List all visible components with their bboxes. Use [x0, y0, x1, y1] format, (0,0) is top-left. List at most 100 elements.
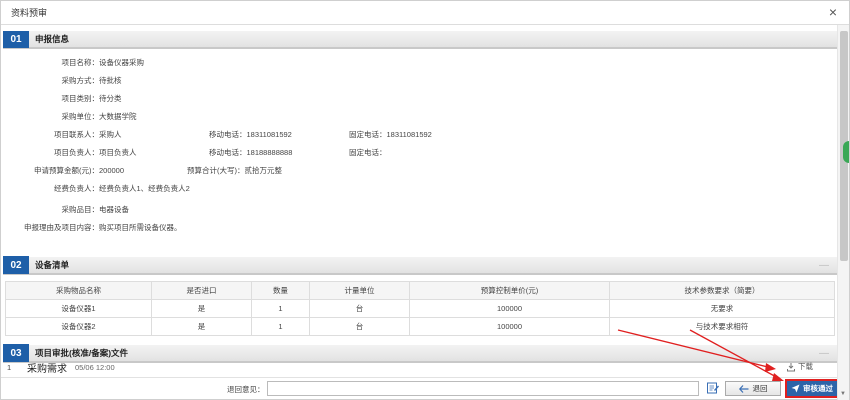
return-opinion-input[interactable] — [267, 381, 699, 396]
approve-button[interactable]: 审核通过 — [785, 379, 839, 398]
section-header-apply-info: 01 申报信息 — [3, 31, 837, 49]
project-type-value: 待分类 — [99, 94, 122, 103]
purchase-method-value: 待批核 — [99, 76, 122, 85]
table-cell: 设备仪器2 — [5, 317, 152, 336]
reason-row: 申报理由及项目内容：购买项目所需设备仪器。 — [3, 222, 182, 233]
budget-total-label: 预算合计(大写)： — [187, 166, 245, 175]
leader-phone-label: 固定电话： — [349, 148, 387, 157]
download-label: 下载 — [798, 362, 813, 371]
budget-label: 申请预算金额(元)： — [34, 166, 99, 175]
project-type-label: 项目类别： — [61, 94, 100, 103]
file-name: 采购需求 — [27, 363, 67, 375]
reason-label: 申报理由及项目内容： — [24, 223, 99, 232]
project-type-row: 项目类别：待分类 — [3, 93, 122, 104]
section-header-device-list: 02 设备清单 — — [3, 256, 837, 275]
contact-mobile-row: 移动电话：18311081592 — [209, 129, 292, 140]
table-cell: 1 — [251, 299, 310, 318]
section-number: 01 — [3, 31, 29, 48]
apply-info-panel: 项目名称：设备仪器采购 采购方式：待批核 项目类别：待分类 采购单位：大数据学院… — [3, 49, 837, 239]
budget-row: 申请预算金额(元)：200000 — [3, 165, 124, 176]
edit-icon[interactable] — [706, 381, 720, 395]
leader-mobile-label: 移动电话： — [209, 148, 247, 157]
close-icon[interactable]: × — [829, 4, 837, 20]
contact-label: 项目联系人： — [54, 130, 99, 139]
column-header: 预算控制单价(元) — [409, 281, 610, 300]
contact-mobile-label: 移动电话： — [209, 130, 247, 139]
contact-phone-label: 固定电话： — [349, 130, 387, 139]
collapse-icon[interactable]: — — [819, 348, 829, 359]
scroll-down-icon[interactable]: ▼ — [840, 391, 846, 397]
file-index: 1 — [7, 362, 12, 372]
contact-value: 采购人 — [99, 130, 122, 139]
project-name-row: 项目名称：设备仪器采购 — [3, 57, 145, 68]
budget-total-row: 预算合计(大写)：贰拾万元整 — [187, 165, 282, 176]
table-cell: 台 — [309, 299, 410, 318]
vertical-scrollbar[interactable]: ▼ — [837, 25, 849, 400]
column-header: 是否进口 — [151, 281, 252, 300]
table-cell: 100000 — [409, 317, 610, 336]
project-name-label: 项目名称： — [61, 58, 100, 67]
purchase-unit-label: 采购单位： — [61, 112, 100, 121]
column-header: 技术参数要求（简要） — [609, 281, 835, 300]
category-row: 采购品目：电器设备 — [3, 204, 130, 215]
dialog-title: 资料预审 — [11, 8, 48, 18]
leader-mobile-value: 18188888888 — [246, 148, 293, 157]
section-title: 设备清单 — [35, 260, 70, 270]
contact-row: 项目联系人：采购人 — [3, 129, 122, 140]
file-list-item: 1 采购需求 05/06 12:00 下载 — [7, 359, 833, 375]
column-header: 采购物品名称 — [5, 281, 152, 300]
funds-label: 经费负责人： — [54, 184, 99, 193]
dialog-titlebar: 资料预审 × — [1, 1, 849, 25]
send-icon — [791, 384, 800, 393]
leader-mobile-row: 移动电话：18188888888 — [209, 147, 292, 158]
side-widget-icon[interactable] — [843, 141, 849, 163]
table-row: 设备仪器1 是 1 台 100000 无要求 — [5, 299, 835, 318]
file-time: 05/06 12:00 — [75, 362, 115, 372]
collapse-icon[interactable]: — — [819, 260, 829, 271]
category-value: 电器设备 — [99, 205, 129, 214]
table-cell: 是 — [151, 299, 252, 318]
section-title: 申报信息 — [35, 34, 70, 44]
column-header: 数量 — [251, 281, 310, 300]
device-table: 采购物品名称 是否进口 数量 计量单位 预算控制单价(元) 技术参数要求（简要）… — [5, 281, 835, 336]
purchase-method-row: 采购方式：待批核 — [3, 75, 122, 86]
reason-value: 购买项目所需设备仪器。 — [99, 223, 182, 232]
category-label: 采购品目： — [61, 205, 100, 214]
contact-phone-row: 固定电话：18311081592 — [349, 129, 432, 140]
contact-mobile-value: 18311081592 — [246, 130, 292, 139]
table-cell: 与技术要求相符 — [609, 317, 835, 336]
project-name-value: 设备仪器采购 — [99, 58, 144, 67]
leader-phone-row: 固定电话： — [349, 147, 387, 158]
return-button-label: 退回 — [752, 384, 768, 393]
contact-phone-value: 18311081592 — [386, 130, 432, 139]
return-opinion-label: 退回意见： — [227, 385, 265, 394]
action-bar: 退回意见： 退回 审核通过 — [1, 377, 849, 399]
column-header: 计量单位 — [309, 281, 410, 300]
table-cell: 是 — [151, 317, 252, 336]
download-link[interactable]: 下载 — [786, 361, 813, 372]
return-button[interactable]: 退回 — [725, 381, 781, 396]
table-cell: 设备仪器1 — [5, 299, 152, 318]
table-cell: 1 — [251, 317, 310, 336]
leader-label: 项目负责人： — [54, 148, 99, 157]
funds-row: 经费负责人：经费负责人1、经费负责人2 — [3, 183, 190, 194]
table-row: 设备仪器2 是 1 台 100000 与技术要求相符 — [5, 317, 835, 336]
table-cell: 台 — [309, 317, 410, 336]
budget-value: 200000 — [99, 166, 125, 175]
approve-button-label: 审核通过 — [803, 384, 833, 393]
table-header-row: 采购物品名称 是否进口 数量 计量单位 预算控制单价(元) 技术参数要求（简要） — [5, 281, 835, 300]
purchase-unit-value: 大数据学院 — [99, 112, 137, 121]
section-title: 项目审批(核准/备案)文件 — [35, 348, 129, 358]
download-icon — [787, 362, 795, 371]
budget-total-value: 贰拾万元整 — [244, 166, 283, 175]
purchase-method-label: 采购方式： — [61, 76, 100, 85]
table-cell: 无要求 — [609, 299, 835, 318]
funds-value: 经费负责人1、经费负责人2 — [99, 184, 190, 193]
purchase-unit-row: 采购单位：大数据学院 — [3, 111, 137, 122]
dialog-content: 01 申报信息 项目名称：设备仪器采购 采购方式：待批核 项目类别：待分类 采购… — [3, 31, 837, 400]
table-cell: 100000 — [409, 299, 610, 318]
review-dialog: 资料预审 × 01 申报信息 项目名称：设备仪器采购 采购方式：待批核 项目类别… — [0, 0, 850, 400]
section-number: 02 — [3, 256, 29, 274]
leader-row: 项目负责人：项目负责人 — [3, 147, 137, 158]
back-arrow-icon — [738, 384, 748, 393]
